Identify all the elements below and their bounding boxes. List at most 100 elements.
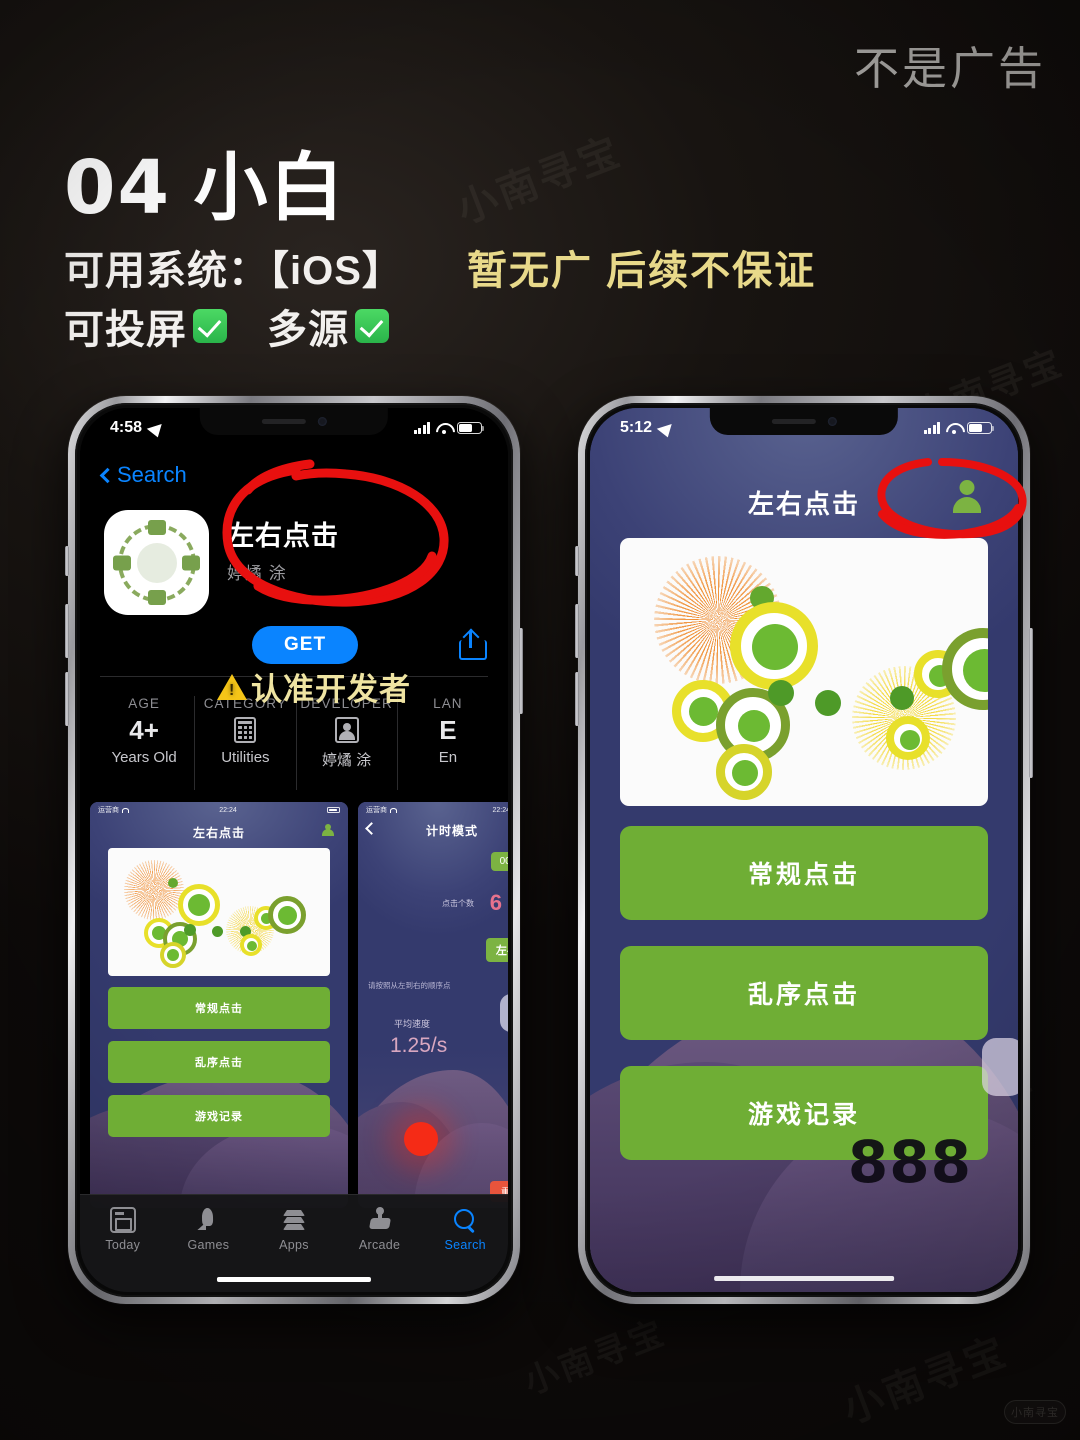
info-sub: En (438, 749, 458, 766)
home-indicator (216, 1277, 372, 1282)
search-icon (452, 1207, 478, 1233)
preview-time: 22:24 (219, 806, 237, 814)
status-bar: 4:58 (80, 408, 508, 442)
icon-nub-left (113, 555, 131, 570)
score-overlay: 888 (847, 1128, 972, 1196)
os-support-line: 可用系统：【iOS】 暂无广 后续不保证 (64, 238, 816, 296)
tab-apps[interactable]: Apps (251, 1207, 337, 1252)
carrier-label: 运营商 (98, 807, 119, 814)
volume-up-button[interactable] (65, 604, 69, 658)
preview-status-bar: 运营商 22:24 (90, 802, 348, 818)
app-header: 左右点击 婷燏 涂 (104, 510, 490, 615)
back-to-search-button[interactable]: Search (99, 462, 187, 488)
info-cell-category: CATEGORY Utilities (195, 696, 297, 790)
get-button[interactable]: GET (252, 626, 359, 664)
app-name: 左右点击 (227, 521, 339, 551)
app-nickname: 小白 (193, 146, 346, 229)
count-value: 6 (489, 890, 502, 915)
volume-down-button[interactable] (575, 672, 579, 726)
page-title: 04 小白 (64, 128, 346, 235)
share-icon[interactable] (458, 628, 487, 660)
red-sun-shape (404, 1122, 438, 1156)
preview-status-bar: 运营商 22:24 (358, 802, 508, 818)
person-icon[interactable] (950, 480, 984, 514)
shuffled-click-button[interactable]: 乱序点击 (619, 946, 989, 1040)
developer-warning-overlay: 认准开发者 (80, 664, 508, 709)
not-an-ad-note: 不是广告 (853, 43, 1046, 94)
wifi-icon (436, 422, 451, 434)
screenshot-preview-2[interactable]: 运营商 22:24 计时模式 00:00:0 点击个数 6 左->右 请 (358, 802, 508, 1208)
wifi-icon (122, 807, 129, 813)
tab-label: Apps (279, 1238, 309, 1252)
app-info-row: AGE 4+ Years Old CATEGORY Utilities DEVE… (94, 696, 498, 790)
check-icon (355, 309, 389, 343)
mute-switch[interactable] (65, 546, 69, 576)
get-row: GET (252, 626, 487, 664)
app-icon[interactable] (104, 510, 209, 615)
tab-games[interactable]: Games (166, 1207, 252, 1252)
app-store-page: Search 左右点击 婷燏 涂 GET AGE 4+ Years Old CA… (80, 408, 508, 1292)
left-phone-frame: 4:58 Search 左右点击 婷燏 涂 GET AGE 4+ Years O… (65, 396, 523, 1304)
info-cell-developer: DEVELOPER 婷燏 涂 (297, 696, 398, 790)
home-indicator (714, 1276, 894, 1281)
info-cell-age: AGE 4+ Years Old (94, 696, 196, 790)
corner-badge: 小南寻宝 (1004, 1400, 1066, 1424)
feature-line: 可投屏 多源 (64, 297, 389, 355)
target-blob (500, 994, 508, 1032)
location-arrow-icon (656, 419, 678, 437)
chevron-left-icon (99, 467, 116, 483)
os-label: 可用系统：【iOS】 (64, 249, 403, 293)
tab-today[interactable]: Today (80, 1207, 166, 1252)
tab-label: Search (444, 1238, 486, 1252)
today-icon (109, 1207, 136, 1233)
volume-up-button[interactable] (575, 604, 579, 658)
app-developer: 婷燏 涂 (227, 564, 287, 583)
status-time: 5:12 (620, 419, 653, 436)
page-index: 04 (64, 145, 171, 231)
battery-icon (457, 421, 485, 435)
normal-click-button[interactable]: 常规点击 (619, 826, 989, 920)
person-card-icon (334, 717, 359, 743)
floating-pill-shape[interactable] (982, 1038, 1018, 1096)
speed-value: 1.25/s (390, 1034, 448, 1057)
back-label: Search (117, 462, 187, 487)
warning-triangle-icon (217, 673, 247, 700)
rocket-icon (195, 1207, 221, 1233)
power-button[interactable] (519, 628, 523, 714)
mute-switch[interactable] (575, 546, 579, 576)
preview-title: 计时模式 (425, 824, 478, 838)
preview-time: 22:24 (492, 806, 508, 814)
person-icon (321, 824, 334, 837)
wifi-icon (946, 422, 961, 434)
direction-badge: 左->右 (485, 938, 508, 962)
icon-core-shape (136, 542, 177, 583)
info-sub: Years Old (111, 749, 177, 766)
calculator-icon (234, 717, 257, 743)
icon-nub-bottom (147, 590, 166, 605)
volume-down-button[interactable] (65, 672, 69, 726)
preview-buttons: 常规点击 乱序点击 游戏记录 (108, 987, 330, 1149)
preview-title: 左右点击 (192, 826, 245, 840)
screenshot-preview-1[interactable]: 运营商 22:24 左右点击 常规点击 乱序点击 游戏记录 (90, 802, 348, 1208)
tab-search[interactable]: Search (422, 1207, 508, 1252)
preview-button: 常规点击 (108, 987, 330, 1029)
status-bar: 5:12 (590, 408, 1018, 442)
signal-bars-icon (923, 422, 940, 434)
right-phone-screen: 5:12 左右点击 常规点击 乱序点击 游戏记录 888 (590, 408, 1018, 1292)
left-phone-screen: 4:58 Search 左右点击 婷燏 涂 GET AGE 4+ Years O… (80, 408, 508, 1292)
location-arrow-icon (146, 419, 168, 437)
speed-label: 平均速度 (394, 1019, 431, 1029)
tab-arcade[interactable]: Arcade (337, 1207, 423, 1252)
check-icon (193, 309, 227, 343)
warning-text: 认准开发者 (251, 672, 411, 707)
preview-button: 乱序点击 (108, 1041, 330, 1083)
preview-button: 游戏记录 (108, 1095, 330, 1137)
bubble-illustration-card (619, 538, 989, 806)
ad-note: 暂无广 后续不保证 (467, 249, 817, 293)
icon-nub-top (147, 520, 166, 535)
hint-text: 请按照从左到右的顺序点 (368, 981, 451, 990)
screenshot-carousel[interactable]: 运营商 22:24 左右点击 常规点击 乱序点击 游戏记录 运营商 22:2 计… (90, 802, 508, 1208)
wifi-icon (390, 807, 397, 813)
layers-icon (281, 1207, 307, 1233)
power-button[interactable] (1029, 628, 1033, 778)
